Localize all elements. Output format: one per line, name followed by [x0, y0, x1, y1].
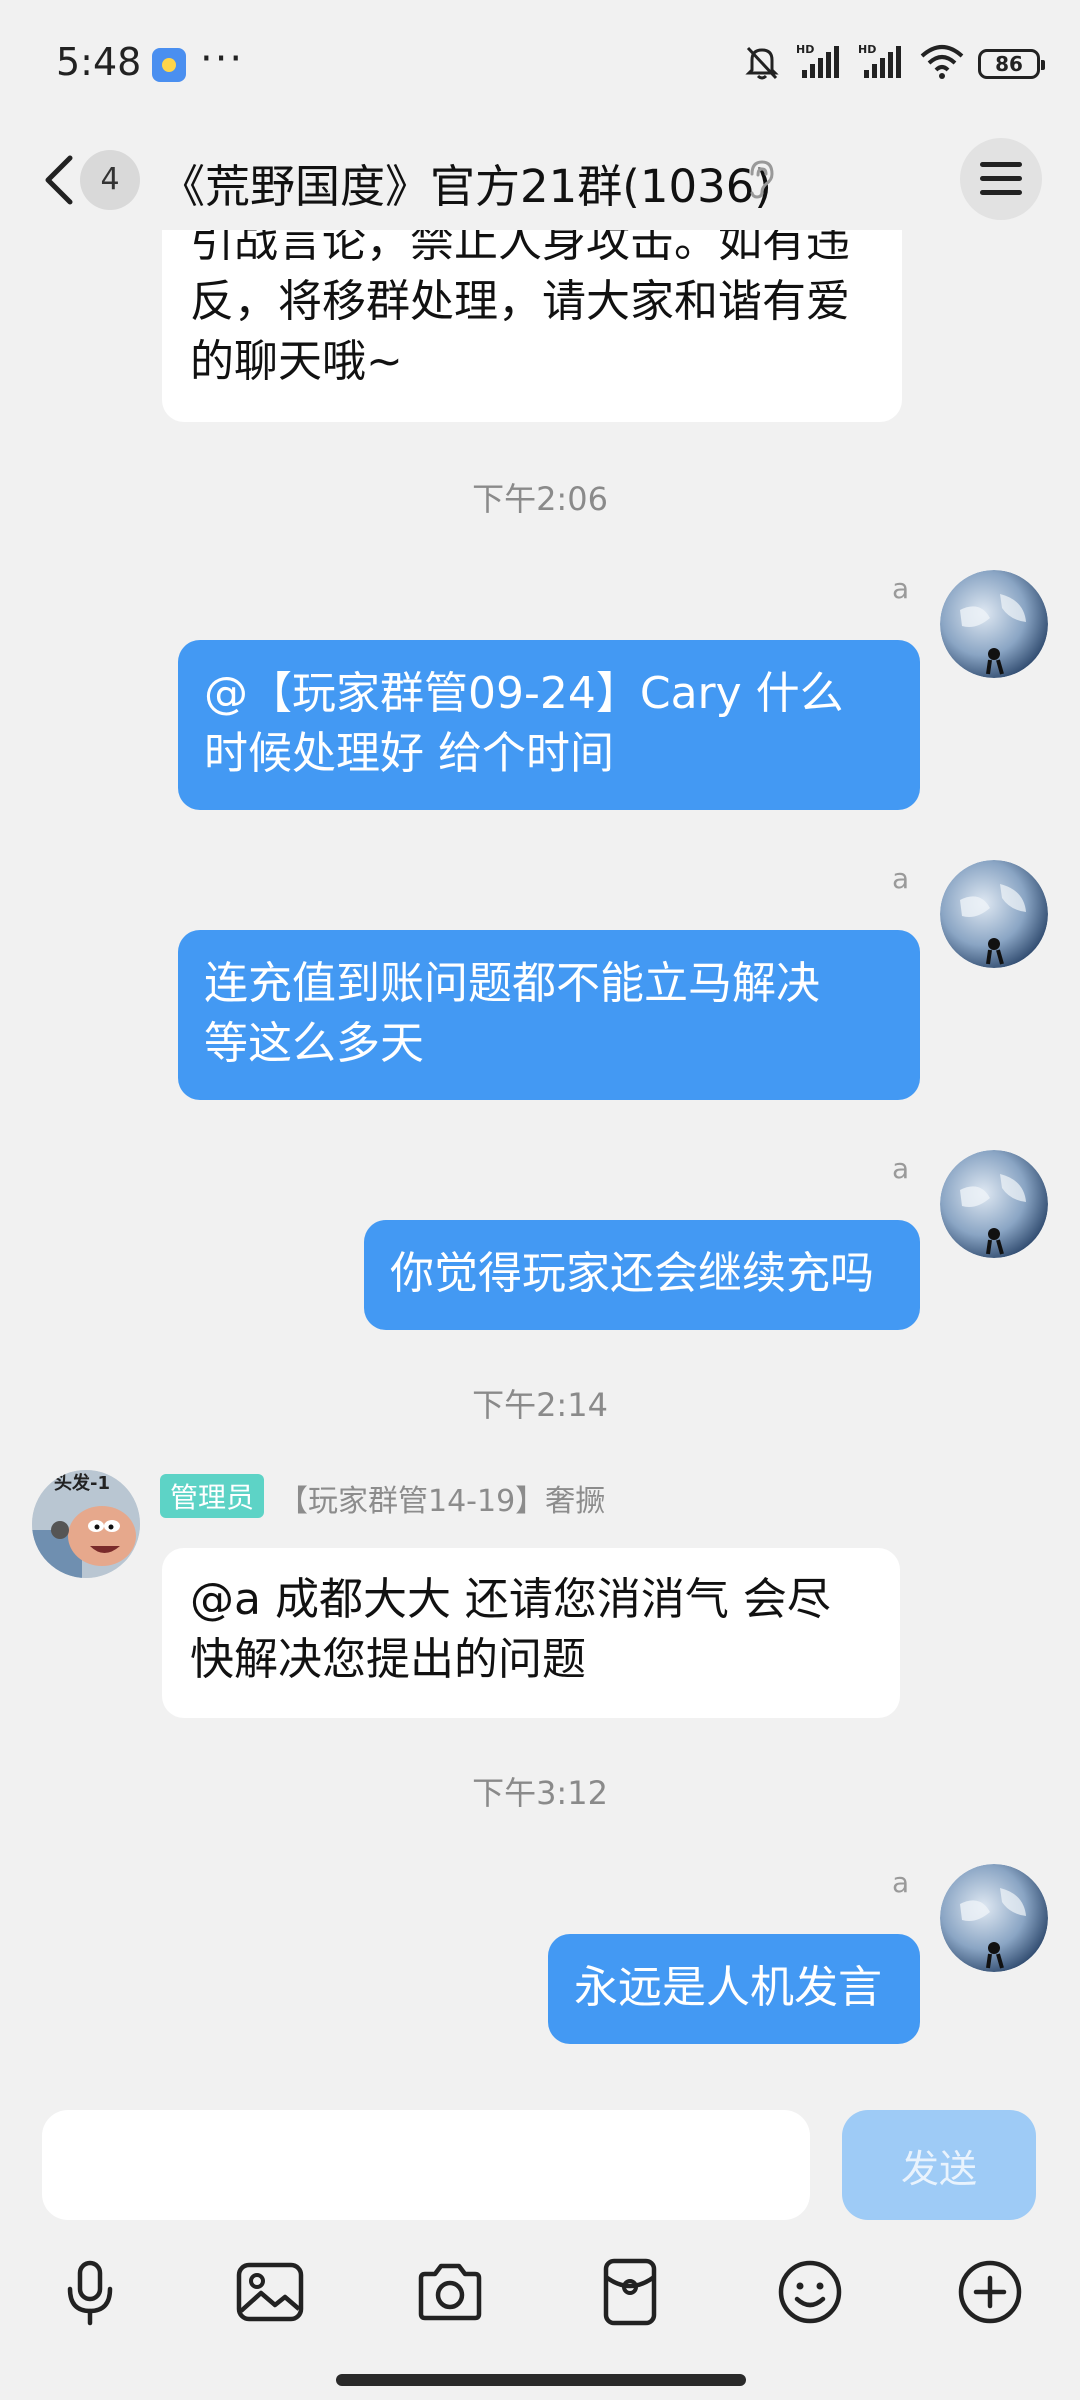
message-bubble-outgoing[interactable]: 永远是人机发言 — [548, 1934, 920, 2044]
admin-badge: 管理员 — [160, 1474, 265, 1518]
message-text-line: @【玩家群管09-24】Cary 什么 — [204, 668, 844, 719]
sender-name: a — [892, 862, 910, 895]
avatar[interactable] — [940, 1150, 1048, 1258]
chat-header: 4 《荒野国度》官方21群(1036) — [0, 130, 1080, 230]
avatar[interactable] — [940, 860, 1048, 968]
timestamp: 下午2:06 — [472, 480, 608, 518]
earth-avatar-icon — [940, 1150, 1048, 1258]
more-notifications-icon: ··· — [200, 36, 245, 82]
message-text-line: 永远是人机发言 — [574, 1962, 882, 2013]
message-text-line: 快解决您提出的问题 — [190, 1634, 586, 1685]
red-packet-icon — [603, 2258, 657, 2326]
signal-icon: HD — [796, 42, 844, 86]
avatar[interactable] — [940, 570, 1048, 678]
message-text-line: 的聊天哦~ — [190, 336, 403, 387]
sender-name: a — [892, 1152, 910, 1185]
emoji-icon — [778, 2260, 842, 2324]
message-bubble-outgoing[interactable]: @【玩家群管09-24】Cary 什么 时候处理好 给个时间 — [178, 640, 920, 810]
timestamp: 下午3:12 — [472, 1774, 608, 1812]
message-list[interactable]: 引战言论，禁止人身攻击。如有违 反，将移群处理，请大家和谐有爱 的聊天哦~ 下午… — [0, 230, 1080, 2090]
send-button[interactable]: 发送 — [842, 2110, 1036, 2220]
message-text-line: 时候处理好 给个时间 — [204, 728, 614, 779]
timestamp: 下午2:14 — [472, 1386, 608, 1424]
sender-name: a — [892, 1866, 910, 1899]
wifi-icon — [920, 44, 964, 84]
message-text-line: 引战言论，禁止人身攻击。如有违 — [190, 230, 850, 267]
ear-icon — [746, 158, 776, 204]
message-bubble-outgoing[interactable]: 你觉得玩家还会继续充吗 — [364, 1220, 920, 1330]
status-bar: 5:48 ··· HD HD 86 — [0, 0, 1080, 130]
earth-avatar-icon — [940, 1864, 1048, 1972]
sender-name: 【玩家群管14-19】奢撅 — [278, 1484, 606, 1519]
input-bar: 发送 — [0, 2090, 1080, 2400]
camera-icon — [418, 2263, 482, 2321]
avatar[interactable]: 头发-1 — [32, 1470, 140, 1578]
message-bubble-incoming[interactable]: 引战言论，禁止人身攻击。如有违 反，将移群处理，请大家和谐有爱 的聊天哦~ — [162, 230, 902, 422]
signal-hd-label: HD — [796, 43, 814, 56]
back-button[interactable] — [36, 152, 86, 208]
message-text-line: 等这么多天 — [204, 1018, 424, 1069]
red-packet-button[interactable] — [590, 2252, 670, 2332]
earth-avatar-icon — [940, 860, 1048, 968]
message-bubble-outgoing[interactable]: 连充值到账问题都不能立马解决 等这么多天 — [178, 930, 920, 1100]
sender-name: a — [892, 572, 910, 605]
message-text-line: @a 成都大大 还请您消消气 会尽 — [190, 1574, 831, 1625]
message-text-line: 你觉得玩家还会继续充吗 — [390, 1248, 874, 1299]
voice-button[interactable] — [50, 2252, 130, 2332]
plus-icon — [958, 2260, 1022, 2324]
home-indicator[interactable] — [336, 2374, 746, 2386]
message-bubble-incoming[interactable]: @a 成都大大 还请您消消气 会尽 快解决您提出的问题 — [162, 1548, 900, 1718]
avatar-caption: 头发-1 — [54, 1473, 110, 1494]
emoji-button[interactable] — [770, 2252, 850, 2332]
battery-icon: 86 — [978, 49, 1045, 79]
chat-title[interactable]: 《荒野国度》官方21群(1036) — [160, 150, 772, 215]
unread-count-badge: 4 — [80, 150, 140, 210]
mute-bell-icon — [742, 42, 782, 86]
group-menu-button[interactable] — [960, 138, 1042, 220]
chevron-left-icon — [45, 155, 73, 205]
message-text-line: 反，将移群处理，请大家和谐有爱 — [190, 276, 850, 327]
image-button[interactable] — [230, 2252, 310, 2332]
signal-hd-label-2: HD — [858, 43, 876, 56]
weather-app-icon — [152, 48, 186, 82]
image-icon — [236, 2262, 304, 2322]
message-text-line: 连充值到账问题都不能立马解决 — [204, 958, 820, 1009]
signal-icon-2: HD — [858, 42, 906, 86]
camera-button[interactable] — [410, 2252, 490, 2332]
message-input[interactable] — [42, 2110, 810, 2220]
avatar[interactable] — [940, 1864, 1048, 1972]
clock: 5:48 — [56, 40, 142, 84]
microphone-icon — [67, 2260, 113, 2326]
more-button[interactable] — [950, 2252, 1030, 2332]
earth-avatar-icon — [940, 570, 1048, 678]
